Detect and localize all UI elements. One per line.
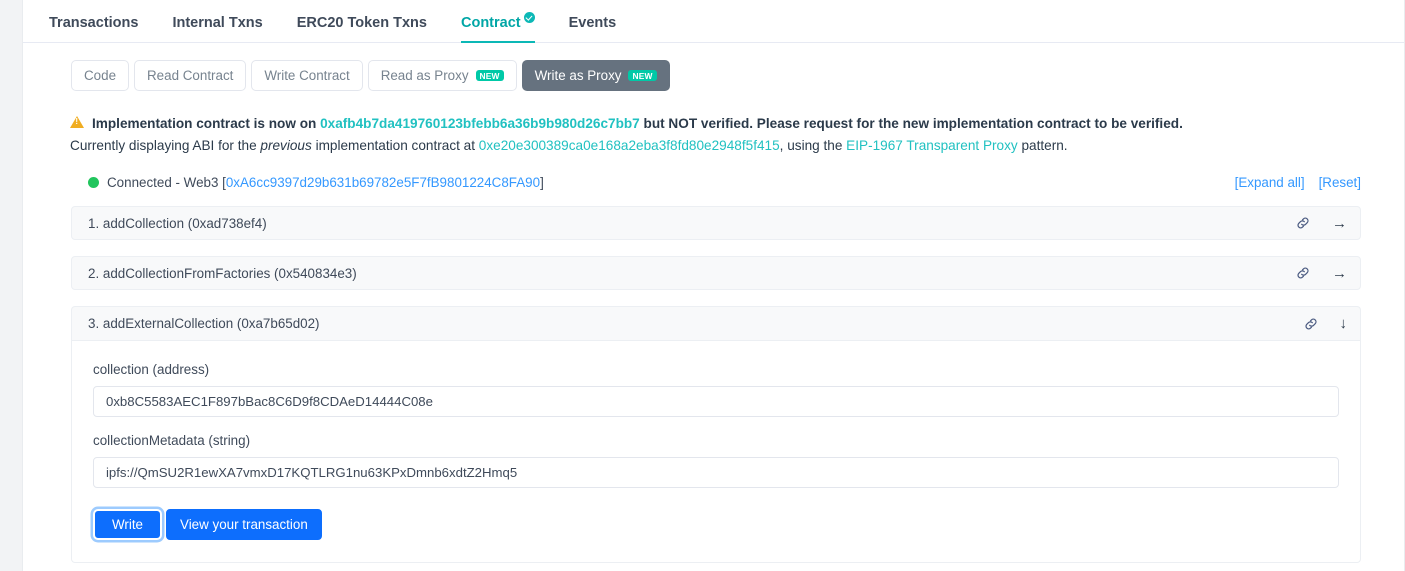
button-label: Read Contract [147,68,234,83]
field-block-collection: collection (address) [93,362,1339,418]
collection-metadata-input[interactable] [93,457,1339,489]
form-actions: Write View your transaction [93,509,1339,541]
function-group-add-external-collection: 3. addExternalCollection (0xa7b65d02) ↓ [71,306,1361,564]
field-label-collection-metadata: collectionMetadata (string) [93,433,251,449]
tab-internal-txns[interactable]: Internal Txns [172,14,263,43]
reset-link[interactable]: [Reset] [1319,175,1361,190]
button-read-as-proxy[interactable]: Read as Proxy NEW [367,60,517,91]
button-label: Read as Proxy [380,68,469,83]
connection-status-text: Connected - Web3 [ [107,175,226,191]
function-row-icons: → [1296,216,1347,231]
abi-mid: implementation contract at [311,138,479,154]
new-badge: NEW [628,69,657,82]
collection-address-input[interactable] [93,386,1339,418]
view-transaction-button[interactable]: View your transaction [166,509,322,541]
write-button[interactable]: Write [93,509,162,541]
collapse-arrow-icon[interactable]: ↓ [1340,316,1348,331]
button-write-as-proxy[interactable]: Write as Proxy NEW [521,60,670,91]
function-title: 3. addExternalCollection (0xa7b65d02) [88,316,320,332]
expand-arrow-icon[interactable]: → [1332,216,1347,231]
warning-line-primary: Implementation contract is now on 0xafb4… [70,113,1404,135]
function-form-body: collection (address) collectionMetadata … [71,340,1361,564]
connected-status-dot-icon [88,177,99,189]
button-code[interactable]: Code [71,60,130,91]
connection-status: Connected - Web3 [0xA6cc9397d29b631b6978… [88,175,544,190]
warning-line-secondary: Currently displaying ABI for the previou… [70,135,1404,157]
field-label-collection: collection (address) [93,362,210,378]
contract-mode-button-group: Code Read Contract Write Contract Read a… [23,43,1404,91]
copy-link-icon[interactable] [1296,216,1310,230]
button-label: Write as Proxy [534,68,622,83]
button-write-contract[interactable]: Write Contract [251,60,363,91]
content-card: Transactions Internal Txns ERC20 Token T… [22,0,1405,571]
verified-check-icon [523,12,535,24]
contract-write-proxy-page: Transactions Internal Txns ERC20 Token T… [0,0,1405,571]
function-title: 1. addCollection (0xad738ef4) [88,215,267,231]
tab-contract[interactable]: Contract [460,12,535,43]
accordion-controls: [Expand all] [Reset] [1235,175,1361,190]
abi-suffix: pattern. [1017,138,1068,154]
copy-link-icon[interactable] [1304,317,1318,331]
expand-all-link[interactable]: [Expand all] [1235,175,1305,190]
new-badge: NEW [475,69,504,82]
tab-label: Contract [460,14,521,31]
warning-text: Implementation contract is now on 0xafb4… [92,113,1183,135]
active-tab-underline [460,41,535,43]
warning-suffix: but NOT verified. Please request for the… [639,116,1183,131]
function-title: 2. addCollectionFromFactories (0x540834e… [88,265,357,281]
function-row-icons: → [1296,266,1347,281]
connected-wallet-address-link[interactable]: 0xA6cc9397d29b631b69782e5F7fB9801224C8FA… [226,175,540,190]
button-label: Write Contract [264,68,350,83]
warning-triangle-icon [70,116,84,128]
function-row-add-collection-from-factories[interactable]: 2. addCollectionFromFactories (0x540834e… [71,256,1361,291]
web3-connection-row: Connected - Web3 [0xA6cc9397d29b631b6978… [23,157,1404,190]
closing-bracket: ] [540,175,544,191]
abi-mid2: , using the [779,138,847,154]
contract-functions-list: 1. addCollection (0xad738ef4) → 2. addCo… [23,190,1404,564]
function-row-icons: ↓ [1304,316,1348,331]
abi-prefix: Currently displaying ABI for the [70,138,261,154]
eip-1967-link[interactable]: EIP-1967 Transparent Proxy [846,138,1018,153]
tab-label: Events [568,14,617,31]
warning-prefix: Implementation contract is now on [92,116,321,131]
tab-events[interactable]: Events [568,14,617,43]
field-block-collection-metadata: collectionMetadata (string) [93,433,1339,489]
tab-label: Internal Txns [172,14,263,31]
tab-transactions[interactable]: Transactions [49,14,139,43]
button-label: Code [84,68,117,83]
proxy-warning-banner: Implementation contract is now on 0xafb4… [23,91,1404,157]
copy-link-icon[interactable] [1296,266,1310,280]
implementation-address-link[interactable]: 0xafb4b7da419760123bfebb6a36b9b980d26c7b… [320,116,640,131]
previous-implementation-address-link[interactable]: 0xe20e300389ca0e168a2eba3f8fd80e2948f5f4… [479,138,780,153]
expand-arrow-icon[interactable]: → [1332,266,1347,281]
previous-emphasis: previous [260,138,312,154]
function-row-add-external-collection[interactable]: 3. addExternalCollection (0xa7b65d02) ↓ [71,306,1361,341]
button-read-contract[interactable]: Read Contract [134,60,247,91]
tab-erc20-token-txns[interactable]: ERC20 Token Txns [296,14,427,43]
tab-label: ERC20 Token Txns [296,14,427,31]
contract-tab-bar: Transactions Internal Txns ERC20 Token T… [23,0,1404,43]
tab-label: Transactions [49,14,139,31]
function-row-add-collection[interactable]: 1. addCollection (0xad738ef4) → [71,206,1361,241]
